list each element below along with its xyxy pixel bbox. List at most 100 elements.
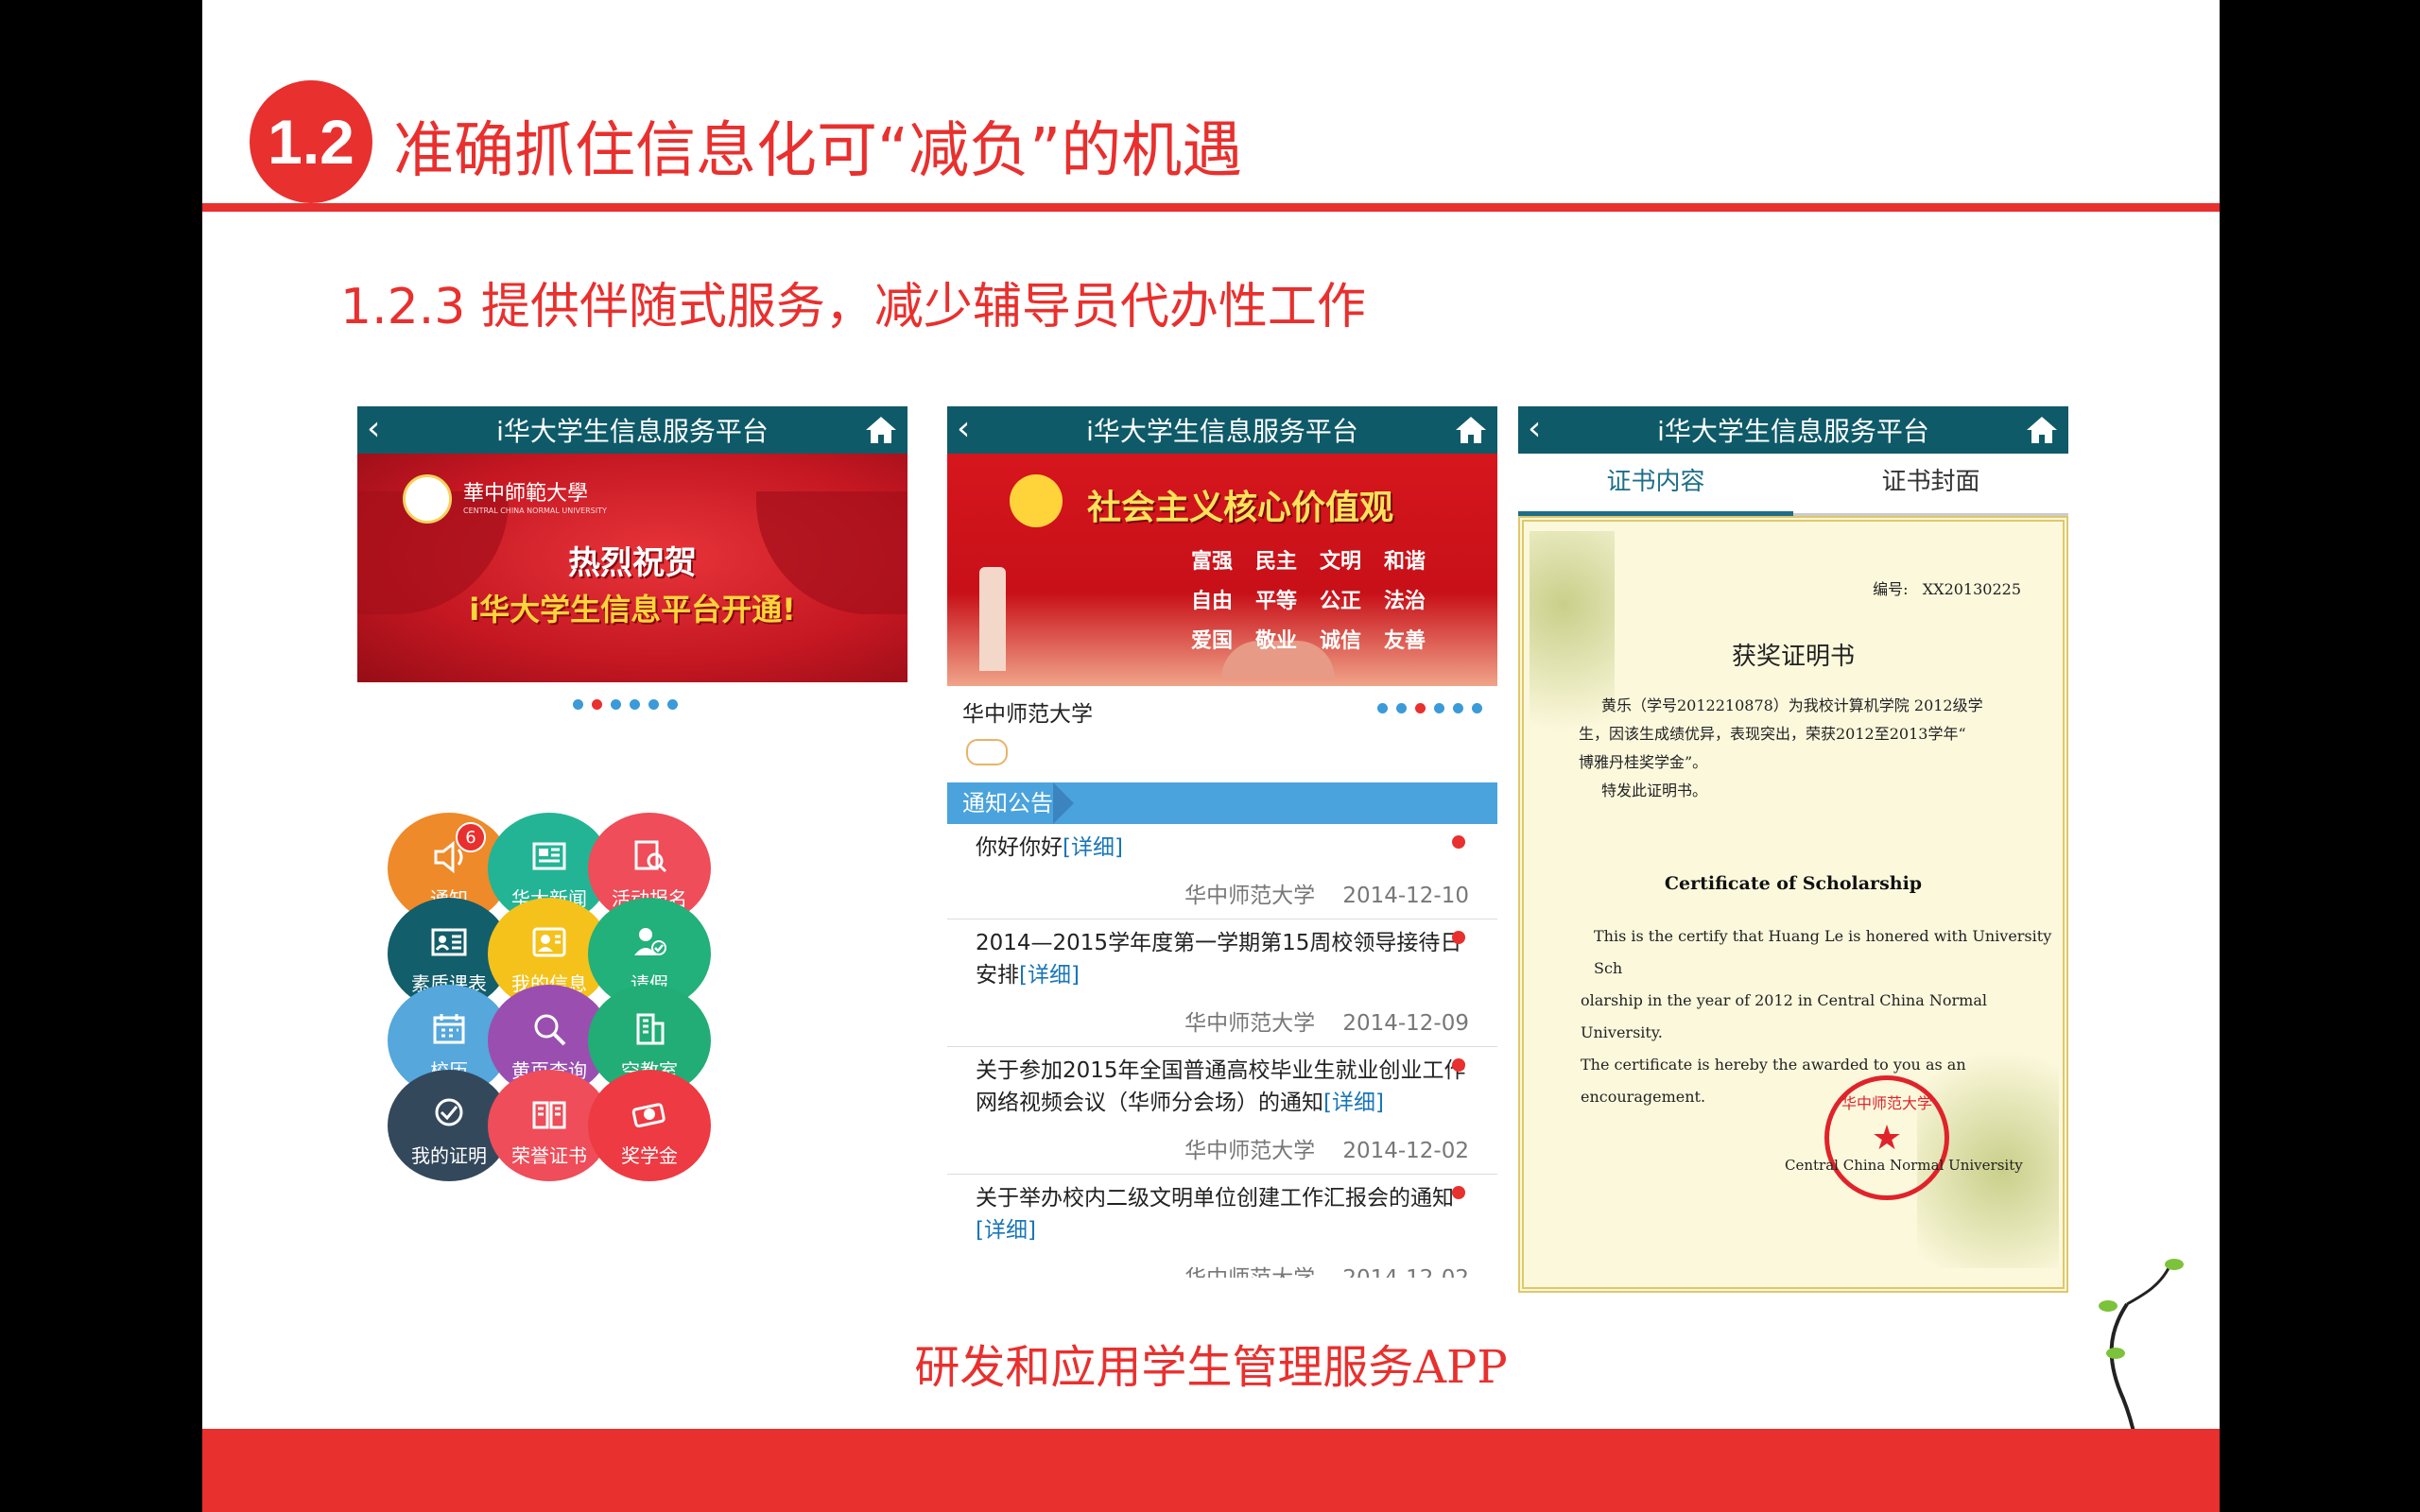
core-value: 平等	[1255, 590, 1298, 613]
phone-screen-certificate: ‹ i华大学生信息服务平台 证书内容 证书封面 编号: XX20130225 获…	[1518, 406, 2068, 1293]
school-logo	[403, 474, 452, 524]
slide-title: 准确抓住信息化可“减负”的机遇	[393, 116, 1243, 186]
core-value: 富强	[1191, 550, 1234, 574]
notice-item[interactable]: 关于举办校内二级文明单位创建工作汇报会的通知[详细] 华中师范大学 2014-12…	[947, 1175, 1497, 1278]
tile-money[interactable]: 奖学金	[588, 1070, 711, 1181]
notice-detail-link[interactable]: [详细]	[1323, 1091, 1384, 1115]
cert-number-value: XX20130225	[1922, 580, 2021, 598]
certificate-icon	[435, 1098, 463, 1126]
carousel-dot[interactable]	[630, 699, 640, 710]
core-value: 公正	[1320, 590, 1362, 613]
money-icon	[631, 1103, 666, 1128]
carousel-dot[interactable]	[1472, 703, 1482, 713]
notice-date: 2014-12-10	[1342, 884, 1469, 908]
unread-count-badge: 6	[456, 822, 486, 852]
notice-source: 华中师范大学	[1184, 1011, 1316, 1036]
carousel-dot[interactable]	[1415, 703, 1426, 713]
carousel-dot[interactable]	[573, 699, 583, 710]
chevron-left-icon[interactable]: ‹	[957, 410, 970, 448]
notice-meta: 华中师范大学 2014-12-02	[976, 1260, 1469, 1278]
cert-body-chinese: 黄乐（学号2012210878）为我校计算机学院 2012级学 生，因该生成绩优异…	[1579, 692, 2051, 805]
notice-item[interactable]: 你好你好[详细] 华中师范大学 2014-12-10	[947, 824, 1497, 919]
core-value: 诚信	[1320, 629, 1362, 653]
id-card-icon	[431, 928, 467, 956]
banner-line1: 热烈祝贺	[568, 544, 697, 582]
notice-item[interactable]: 2014—2015学年度第一学期第15周校领导接待日安排[详细] 华中师范大学 2…	[947, 919, 1497, 1047]
core-value: 自由	[1191, 590, 1234, 613]
carousel-dot[interactable]	[667, 699, 678, 710]
cert-title: 获奖证明书	[1731, 643, 1855, 671]
school-name: 華中師範大學	[463, 482, 589, 506]
carousel-dot[interactable]	[1434, 703, 1444, 713]
banner-line2: i华大学生信息平台开通!	[469, 592, 796, 627]
refresh-icon[interactable]	[966, 739, 1008, 765]
carousel-banner[interactable]: 社会主义核心价值观 富强 民主 文明 和谐 自由 平等 公正 法治 爱国 敬业 诚信 友善	[947, 454, 1497, 686]
seal-text: 华中师范大学	[1841, 1094, 1932, 1112]
certificate-document: 编号: XX20130225 获奖证明书 黄乐（学号2012210878）为我校…	[1518, 516, 2068, 1293]
certificate-tabs: 证书内容 证书封面	[1518, 454, 2068, 516]
notice-date: 2014-12-02	[1342, 1266, 1469, 1278]
profile-card-icon	[532, 927, 566, 957]
core-value: 文明	[1320, 550, 1362, 574]
notice-section-header: 通知公告	[947, 782, 1497, 824]
core-value: 友善	[1384, 629, 1426, 653]
banner-caption: 华中师范大学	[962, 702, 1093, 727]
notice-section-title: 通知公告	[962, 790, 1053, 816]
banner-headline: 社会主义核心价值观	[1087, 489, 1394, 527]
core-value: 民主	[1255, 550, 1298, 574]
slide-caption: 研发和应用学生管理服务APP	[914, 1341, 1508, 1394]
calendar-icon	[433, 1014, 465, 1044]
footer-bar	[202, 1429, 2220, 1512]
cert-signature: Central China Normal University	[1785, 1157, 2023, 1174]
home-icon[interactable]	[2025, 414, 2059, 446]
carousel-dot[interactable]	[1396, 703, 1407, 713]
carousel-dot[interactable]	[592, 699, 602, 710]
cert-body-english: This is the certify that Huang Le is hon…	[1581, 920, 2053, 1113]
school-name-en: CENTRAL CHINA NORMAL UNIVERSITY	[463, 507, 607, 515]
tile-label: 荣誉证书	[511, 1144, 587, 1167]
cert-number-label: 编号:	[1873, 580, 1909, 598]
core-value: 法治	[1384, 590, 1426, 613]
core-value: 和谐	[1384, 550, 1426, 574]
news-icon	[532, 842, 566, 870]
app-title: i华大学生信息服务平台	[1657, 416, 1929, 447]
carousel-dot[interactable]	[648, 699, 659, 710]
cert-line-cn: 博雅丹桂奖学金”。	[1579, 753, 1708, 771]
unread-dot	[1452, 1186, 1465, 1199]
carousel-dot[interactable]	[1453, 703, 1463, 713]
phone-screen-notices: ‹ i华大学生信息服务平台 社会主义核心价值观 富强 民主 文明 和谐自由 平等 公正 法治…	[947, 406, 1497, 1278]
slide-subtitle: 1.2.3 提供伴随式服务，减少辅导员代办性工作	[340, 279, 1366, 335]
notice-detail-link[interactable]: [详细]	[1063, 835, 1123, 860]
tile-label: 我的证明	[411, 1144, 487, 1167]
notice-title: 你好你好[详细]	[976, 835, 1123, 860]
core-value: 敬业	[1255, 629, 1298, 653]
tab-certificate-content[interactable]: 证书内容	[1518, 454, 1793, 516]
tab-certificate-cover[interactable]: 证书封面	[1793, 454, 2068, 516]
home-icon[interactable]	[864, 414, 898, 446]
notice-date: 2014-12-09	[1342, 1011, 1469, 1036]
carousel-banner[interactable]: 華中師範大學 CENTRAL CHINA NORMAL UNIVERSITY 热…	[357, 454, 908, 682]
carousel-dot[interactable]	[1377, 703, 1388, 713]
app-title: i华大学生信息服务平台	[1086, 416, 1358, 447]
notice-meta: 华中师范大学 2014-12-02	[976, 1132, 1469, 1164]
home-icon[interactable]	[1454, 414, 1488, 446]
notice-detail-link[interactable]: [详细]	[976, 1218, 1036, 1243]
chevron-left-icon[interactable]: ‹	[367, 410, 380, 448]
unread-dot	[1452, 931, 1465, 944]
cert-title-en: Certificate of Scholarship	[1664, 873, 1923, 894]
title-divider	[202, 203, 2220, 212]
notice-title: 2014—2015学年度第一学期第15周校领导接待日安排[详细]	[976, 931, 1462, 988]
slide: 1.2 准确抓住信息化可“减负”的机遇 1.2.3 提供伴随式服务，减少辅导员代…	[202, 0, 2220, 1512]
notice-detail-link[interactable]: [详细]	[1019, 963, 1080, 988]
cert-line-en: This is the certify that Huang Le is hon…	[1594, 927, 2052, 977]
carousel-indicator[interactable]	[1377, 703, 1482, 713]
app-title: i华大学生信息服务平台	[496, 416, 769, 447]
notice-meta: 华中师范大学 2014-12-09	[976, 1005, 1469, 1037]
cert-line-en: The certificate is hereby the awarded to…	[1581, 1056, 1966, 1106]
unread-dot	[1452, 1058, 1465, 1072]
carousel-dot[interactable]	[611, 699, 621, 710]
chevron-left-icon[interactable]: ‹	[1528, 410, 1541, 448]
notice-item[interactable]: 关于参加2015年全国普通高校毕业生就业创业工作网络视频会议（华师分会场）的通知…	[947, 1047, 1497, 1175]
carousel-indicator[interactable]	[573, 699, 678, 710]
book-icon	[532, 1101, 566, 1129]
